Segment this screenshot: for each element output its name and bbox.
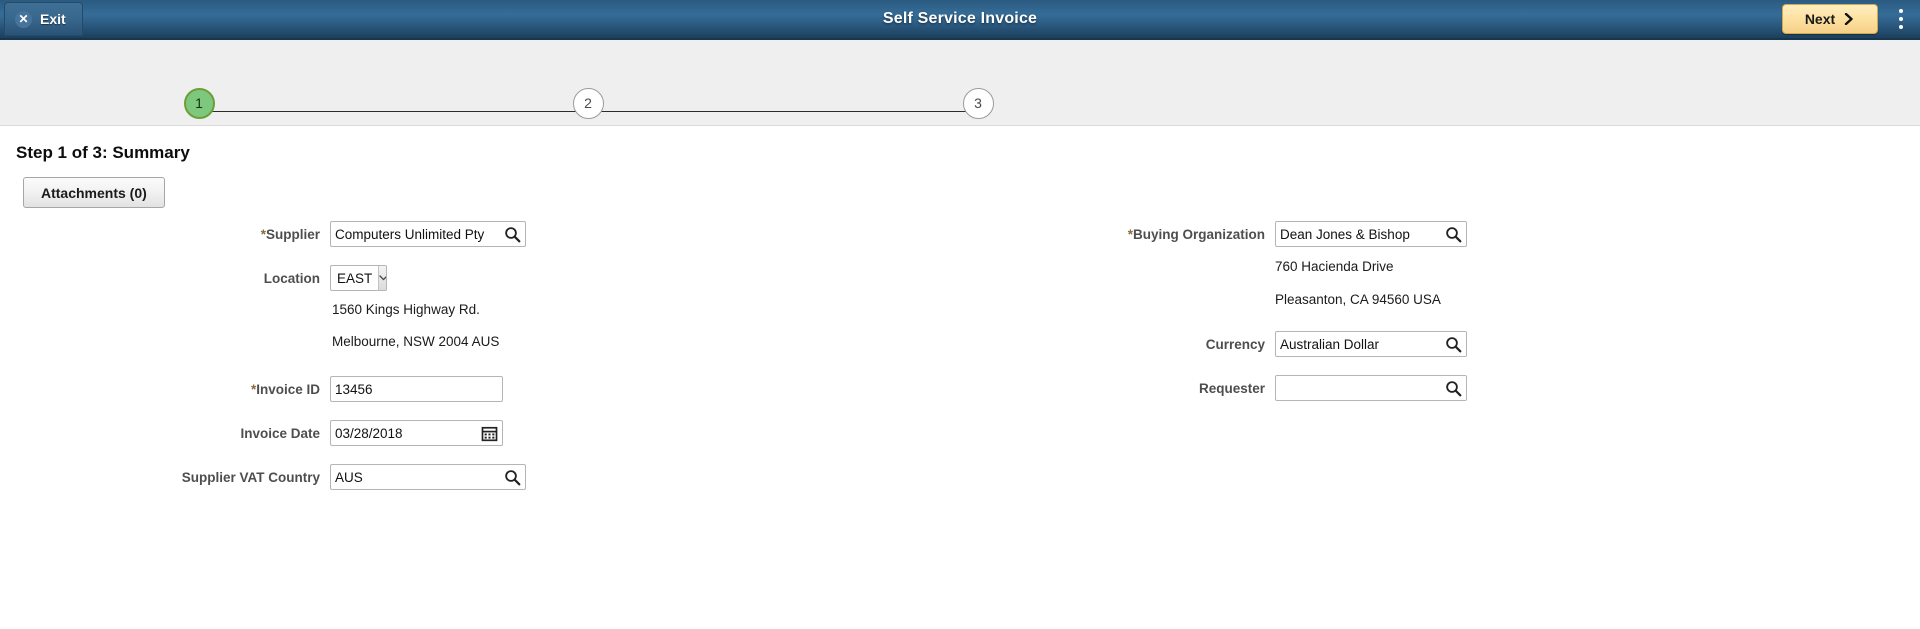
- page-header-title: Self Service Invoice: [0, 10, 1920, 28]
- supplier-value: Computers Unlimited Pty: [335, 227, 501, 242]
- invoice-id-input[interactable]: 13456: [330, 376, 503, 402]
- page-title: Step 1 of 3: Summary: [16, 143, 190, 163]
- search-icon[interactable]: [504, 226, 521, 243]
- search-icon[interactable]: [1445, 380, 1462, 397]
- supplier-address-line-2: Melbourne, NSW 2004 AUS: [332, 334, 499, 349]
- search-icon[interactable]: [504, 469, 521, 486]
- next-button-label: Next: [1805, 11, 1835, 27]
- currency-value: Australian Dollar: [1280, 337, 1442, 352]
- close-x-icon: ✕: [15, 11, 32, 28]
- app-header: ✕ Exit Self Service Invoice Next: [0, 0, 1920, 40]
- field-row-invoice-date: Invoice Date 03/28/2018: [0, 420, 520, 446]
- invoice-date-value: 03/28/2018: [335, 426, 478, 441]
- supplier-address-line-1: 1560 Kings Highway Rd.: [332, 302, 480, 317]
- currency-label: Currency: [1090, 337, 1265, 352]
- invoice-id-label: *Invoice ID: [0, 382, 320, 397]
- field-row-buying-organization: *Buying Organization Dean Jones & Bishop: [1090, 221, 1470, 247]
- buying-organization-label: *Buying Organization: [1090, 227, 1265, 242]
- step-number-1: 1: [184, 88, 215, 119]
- invoice-id-value: 13456: [335, 382, 498, 397]
- attachments-button[interactable]: Attachments (0): [23, 177, 165, 208]
- calendar-icon[interactable]: [481, 425, 498, 442]
- exit-button-label: Exit: [40, 11, 66, 27]
- location-value: EAST: [331, 266, 378, 290]
- header-actions: Next: [1782, 4, 1920, 34]
- buying-organization-control: Dean Jones & Bishop: [1275, 221, 1467, 247]
- field-row-currency: Currency Australian Dollar: [1090, 331, 1470, 357]
- invoice-date-input[interactable]: 03/28/2018: [330, 420, 503, 446]
- search-icon[interactable]: [1445, 336, 1462, 353]
- currency-control: Australian Dollar: [1275, 331, 1467, 357]
- chevron-right-icon: [1843, 13, 1855, 25]
- buyer-address-line-1: 760 Hacienda Drive: [1275, 259, 1394, 274]
- chevron-down-icon[interactable]: [378, 266, 387, 290]
- field-row-location: Location EAST: [0, 265, 420, 291]
- supplier-input[interactable]: Computers Unlimited Pty: [330, 221, 526, 247]
- supplier-control: Computers Unlimited Pty: [330, 221, 526, 247]
- requester-input[interactable]: [1275, 375, 1467, 401]
- supplier-vat-country-label: Supplier VAT Country: [0, 470, 320, 485]
- supplier-vat-country-control: AUS: [330, 464, 526, 490]
- next-button[interactable]: Next: [1782, 4, 1878, 34]
- invoice-date-control: 03/28/2018: [330, 420, 503, 446]
- field-row-supplier-vat-country: Supplier VAT Country AUS: [0, 464, 532, 490]
- exit-button[interactable]: ✕ Exit: [4, 2, 83, 36]
- supplier-label-text: Supplier: [266, 227, 320, 242]
- field-row-invoice-id: *Invoice ID 13456: [0, 376, 520, 402]
- invoice-id-control: 13456: [330, 376, 503, 402]
- kebab-menu-icon[interactable]: [1892, 6, 1910, 32]
- supplier-label: *Supplier: [0, 227, 320, 242]
- field-row-requester: Requester: [1090, 375, 1470, 401]
- step-train: 1 Summary 2 Invoice Details 3 Settlement…: [0, 40, 1920, 126]
- currency-input[interactable]: Australian Dollar: [1275, 331, 1467, 357]
- invoice-date-label: Invoice Date: [0, 426, 320, 441]
- buying-organization-input[interactable]: Dean Jones & Bishop: [1275, 221, 1467, 247]
- main-content: Step 1 of 3: Summary Attachments (0) *Su…: [0, 126, 1920, 627]
- location-label: Location: [0, 271, 320, 286]
- requester-control: [1275, 375, 1467, 401]
- field-row-supplier: *Supplier Computers Unlimited Pty: [0, 221, 532, 247]
- supplier-vat-country-value: AUS: [335, 470, 501, 485]
- attachments-button-label: Attachments (0): [41, 185, 147, 201]
- buying-organization-label-text: Buying Organization: [1133, 227, 1265, 242]
- supplier-vat-country-input[interactable]: AUS: [330, 464, 526, 490]
- invoice-id-label-text: Invoice ID: [256, 382, 320, 397]
- location-control: EAST: [330, 265, 387, 291]
- search-icon[interactable]: [1445, 226, 1462, 243]
- buyer-address-line-2: Pleasanton, CA 94560 USA: [1275, 292, 1441, 307]
- step-number-2: 2: [573, 88, 604, 119]
- step-number-3: 3: [963, 88, 994, 119]
- requester-label: Requester: [1090, 381, 1265, 396]
- buying-organization-value: Dean Jones & Bishop: [1280, 227, 1442, 242]
- location-select[interactable]: EAST: [330, 265, 387, 291]
